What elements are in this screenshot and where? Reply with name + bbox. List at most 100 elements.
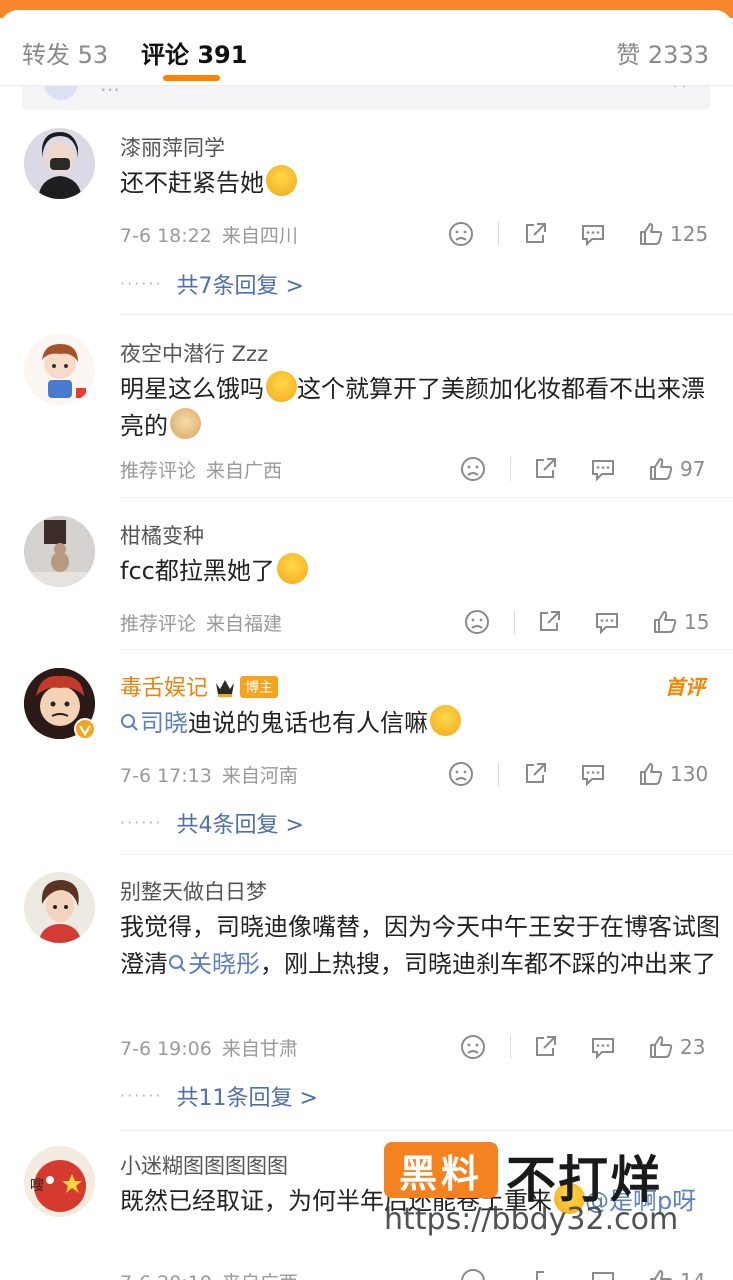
action-separator: [510, 457, 511, 481]
reply-icon[interactable]: [590, 1032, 616, 1062]
share-icon[interactable]: [536, 607, 562, 637]
tab-repost[interactable]: 转发 53: [22, 35, 108, 70]
share-icon[interactable]: [532, 454, 558, 484]
close-icon[interactable]: ✕: [671, 86, 688, 94]
search-icon: [121, 714, 138, 731]
tab-active-indicator: [163, 75, 220, 81]
share-icon[interactable]: [522, 219, 548, 249]
thumbs-up-icon: [640, 223, 663, 245]
watermark-url: https://bbdy32.com: [384, 1202, 679, 1237]
reply-icon[interactable]: [580, 759, 606, 789]
comment-time: 7-6 17:13: [120, 765, 212, 787]
username[interactable]: 毒舌娱记 博主: [120, 670, 279, 702]
top-comment-tag: 首评: [665, 675, 705, 699]
crown-icon: [216, 680, 235, 697]
username[interactable]: 柑橘变种: [120, 520, 204, 550]
tab-comment[interactable]: 评论 391: [141, 35, 247, 70]
comment-location: 来自四川: [221, 225, 298, 247]
replies-label: 共7条回复 >: [176, 274, 304, 299]
like-count: 15: [684, 610, 710, 634]
comment-actions: 23: [440, 1032, 710, 1062]
comment-actions: 14: [440, 1266, 710, 1280]
username[interactable]: 漆丽萍同学: [120, 132, 225, 162]
notice-banner[interactable]: … ✕: [22, 86, 710, 110]
avatar[interactable]: [24, 872, 95, 943]
avatar[interactable]: 嗖: [24, 1146, 95, 1217]
topic-link[interactable]: 司晓: [120, 709, 188, 737]
comment-time: 推荐评论: [120, 613, 197, 635]
dislike-icon[interactable]: [460, 1032, 486, 1062]
action-separator: [510, 1035, 511, 1059]
like-count: 125: [670, 222, 709, 246]
comment-actions: 130: [440, 759, 710, 789]
comment-time: 7-6 19:06: [120, 1038, 212, 1060]
view-replies-link[interactable]: ······ 共7条回复 >: [120, 268, 304, 300]
comment-text: 我觉得，司晓迪像嘴替，因为今天中午王安于在博客试图澄清 关晓彤，刚上热搜，司晓迪刹…: [120, 909, 720, 983]
share-icon[interactable]: [522, 759, 548, 789]
dislike-icon[interactable]: [460, 454, 486, 484]
comment-divider: [120, 497, 733, 498]
share-icon[interactable]: [532, 1032, 558, 1062]
like-button[interactable]: 14: [648, 1266, 705, 1280]
comment-location: 来自河南: [221, 765, 298, 787]
comment-meta: 7-6 19:06 来自甘肃: [120, 1034, 308, 1061]
topic-link[interactable]: 关晓彤: [168, 950, 260, 978]
sweat-emoji-icon: [276, 553, 308, 584]
avatar[interactable]: [24, 516, 95, 587]
reply-icon[interactable]: [590, 454, 616, 484]
username[interactable]: 小迷糊图图图图图: [120, 1150, 288, 1180]
comment-divider: [120, 649, 733, 650]
comment-body: 明星这么饿吗: [120, 375, 264, 403]
comment-body: 还不赶紧告她: [120, 169, 264, 197]
comment-divider: [120, 1130, 733, 1131]
dislike-icon[interactable]: [448, 759, 474, 789]
like-count: 14: [680, 1269, 705, 1280]
like-button[interactable]: 97: [648, 454, 705, 484]
comment-actions: 97: [440, 454, 710, 484]
blogger-badge: 博主: [240, 676, 279, 698]
share-icon[interactable]: [532, 1266, 558, 1280]
comment-text: 司晓迪说的鬼话也有人信嘛: [120, 705, 720, 742]
comment-text: fcc都拉黑她了: [120, 553, 720, 590]
like-button[interactable]: 130: [638, 759, 708, 789]
comment-location: 来自甘肃: [221, 1038, 298, 1060]
username[interactable]: 夜空中潜行 Zzz: [120, 338, 268, 368]
dislike-icon[interactable]: [460, 1266, 486, 1280]
dislike-icon[interactable]: [448, 219, 474, 249]
view-replies-link[interactable]: ······ 共4条回复 >: [120, 807, 304, 839]
tab-like[interactable]: 赞 2333: [616, 35, 709, 70]
action-separator: [498, 762, 499, 786]
comment-body: 迪说的鬼话也有人信嘛: [188, 709, 428, 737]
topic-text: 关晓彤: [188, 950, 260, 978]
comment-time: 推荐评论: [120, 460, 197, 482]
like-button[interactable]: 15: [652, 607, 709, 637]
avatar[interactable]: [24, 128, 95, 199]
like-button[interactable]: 125: [638, 219, 708, 249]
reply-icon[interactable]: [590, 1266, 616, 1280]
comment-body-continued: ，刚上热搜，司晓迪刹车都不踩的冲出来了: [260, 950, 716, 978]
replies-label: 共11条回复 >: [176, 1086, 318, 1111]
thumbs-up-icon: [640, 763, 663, 785]
thinking-emoji-icon: [430, 705, 461, 736]
thumbs-up-icon: [650, 458, 673, 480]
reply-icon[interactable]: [594, 607, 620, 637]
like-count: 97: [680, 457, 706, 481]
comment-meta: 7-6 17:13 来自河南: [120, 761, 308, 788]
dislike-icon[interactable]: [464, 607, 490, 637]
comment-location: 来自广西: [222, 1272, 298, 1280]
reply-icon[interactable]: [580, 219, 606, 249]
watermark: 黑料 不打烊 https://bbdy32.com: [384, 1140, 714, 1237]
comment-divider: [120, 854, 733, 855]
view-replies-link[interactable]: ······ 共11条回复 >: [120, 1080, 318, 1112]
like-button[interactable]: 23: [648, 1032, 705, 1062]
comment-actions: 125: [440, 219, 710, 249]
avatar[interactable]: [24, 334, 95, 405]
action-separator: [498, 222, 499, 246]
replies-label: 共4条回复 >: [176, 813, 304, 838]
verified-badge-icon: [74, 718, 96, 740]
comment-location: 来自福建: [206, 613, 283, 635]
sleepy-emoji-icon: [266, 371, 297, 402]
comment-actions: 15: [440, 607, 710, 637]
tab-bar: 转发 53 评论 391 赞 2333: [0, 10, 733, 86]
username[interactable]: 别整天做白日梦: [120, 876, 267, 906]
